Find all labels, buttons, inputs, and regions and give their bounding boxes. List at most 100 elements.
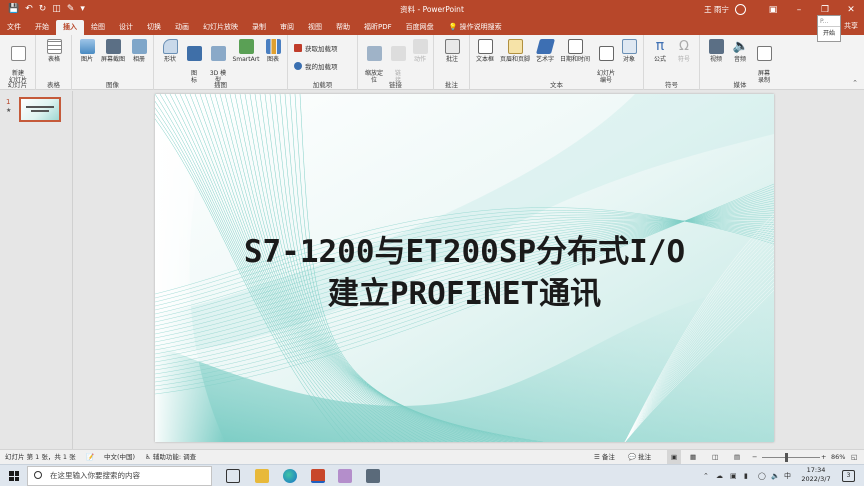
collapse-ribbon-icon[interactable]: ⌃ xyxy=(852,79,858,87)
video-button[interactable]: 视频 xyxy=(704,39,728,63)
icons-button[interactable]: 图 标 xyxy=(184,39,204,84)
volume-icon[interactable]: 🔈 xyxy=(771,465,780,486)
zoom-level[interactable]: 86% xyxy=(831,450,845,465)
group-images: 图片 屏幕截图 相册 图像 xyxy=(72,35,154,90)
group-comments-label: 批注 xyxy=(445,81,458,89)
tab-record[interactable]: 录制 xyxy=(245,20,273,35)
chart-icon xyxy=(265,39,281,54)
edge-browser-icon[interactable] xyxy=(283,469,297,483)
screenshot-button[interactable]: 屏幕截图 xyxy=(98,39,128,63)
normal-view-icon[interactable]: ▣ xyxy=(667,450,682,465)
clock[interactable]: 17:34 2022/3/7 xyxy=(796,466,836,484)
datetime-button[interactable]: 日期和时间 xyxy=(557,39,593,63)
notes-button[interactable]: ☰ 备注 xyxy=(594,450,615,465)
task-view-icon[interactable] xyxy=(226,469,240,483)
zoom-in-button[interactable]: + xyxy=(821,450,826,465)
share-button[interactable]: 共享 xyxy=(844,21,858,31)
tray-app-icon[interactable]: ▣ xyxy=(730,465,737,486)
user-name[interactable]: 王 雨宁 xyxy=(704,4,729,15)
maximize-icon[interactable]: ❐ xyxy=(812,5,838,15)
slide-sorter-icon[interactable]: ▦ xyxy=(690,450,696,465)
pen-icon[interactable]: ✎ xyxy=(67,0,75,19)
slide-number-button[interactable]: 幻灯片 编号 xyxy=(594,39,618,84)
app-icon[interactable] xyxy=(338,469,352,483)
slide[interactable]: S7-1200与ET200SP分布式I/O 建立PROFINET通讯 xyxy=(155,94,774,442)
audio-button[interactable]: 🔈 音频 xyxy=(728,39,752,63)
minimize-icon[interactable]: – xyxy=(786,5,812,15)
network-icon[interactable]: ◯ xyxy=(758,465,766,486)
tab-review[interactable]: 审阅 xyxy=(273,20,301,35)
tab-insert[interactable]: 插入 xyxy=(56,20,84,35)
more-icon[interactable]: ▾ xyxy=(80,0,85,19)
notification-center-icon[interactable]: 3 xyxy=(842,470,855,482)
screen-record-button[interactable]: 屏幕 录制 xyxy=(752,39,776,84)
smartart-button[interactable]: SmartArt xyxy=(230,39,262,63)
link-button[interactable]: 链 接 xyxy=(389,39,407,84)
accessibility-status[interactable]: ♿ 辅助功能: 调查 xyxy=(145,450,196,465)
3d-model-button[interactable]: 3D 模 型 xyxy=(206,39,230,84)
present-icon[interactable]: ◫ xyxy=(52,0,61,19)
table-button[interactable]: 表格 xyxy=(42,39,66,63)
shapes-button[interactable]: 形状 xyxy=(158,39,182,63)
zoom-button[interactable]: 缩放定 位 xyxy=(361,39,387,84)
slide-thumbnail[interactable] xyxy=(19,97,61,122)
tab-baidu-netdisk[interactable]: 百度网盘 xyxy=(399,20,441,35)
comments-button[interactable]: 💬 批注 xyxy=(628,450,651,465)
taskbar-search[interactable]: 在这里输入你要搜索的内容 xyxy=(27,466,212,486)
tab-home[interactable]: 开始 xyxy=(28,20,56,35)
ribbon-display-icon[interactable]: ▣ xyxy=(760,5,786,15)
tab-draw[interactable]: 绘图 xyxy=(84,20,112,35)
zoom-out-button[interactable]: − xyxy=(752,450,757,465)
windows-start-icon[interactable] xyxy=(9,471,19,481)
ime-indicator[interactable]: 中 xyxy=(784,465,791,486)
tab-slideshow[interactable]: 幻灯片放映 xyxy=(196,20,245,35)
group-illustrations: 形状 图 标 3D 模 型 SmartArt 图表 插图 xyxy=(154,35,288,90)
comment-button[interactable]: 批注 xyxy=(440,39,464,63)
wordart-button[interactable]: 艺术字 xyxy=(533,39,557,63)
undo-icon[interactable]: ↶ xyxy=(25,0,33,19)
powerpoint-icon[interactable] xyxy=(311,469,325,483)
album-button[interactable]: 相册 xyxy=(128,39,150,63)
cloud-icon[interactable]: ☁ xyxy=(716,465,723,486)
reading-view-icon[interactable]: ◫ xyxy=(712,450,718,465)
tell-me-search[interactable]: 💡 操作说明搜索 xyxy=(449,20,502,35)
avatar[interactable] xyxy=(735,4,746,15)
fit-to-window-icon[interactable]: ◱ xyxy=(851,450,857,465)
my-addins-button[interactable]: 我的加载项 xyxy=(294,61,338,71)
action-button[interactable]: 动作 xyxy=(409,39,431,63)
chart-button[interactable]: 图表 xyxy=(262,39,284,63)
tab-design[interactable]: 设计 xyxy=(112,20,140,35)
get-addins-button[interactable]: 获取加载项 xyxy=(294,43,338,53)
battery-icon[interactable]: ▮ xyxy=(744,465,748,486)
screenshot-icon xyxy=(105,39,121,54)
zoom-slider-thumb[interactable] xyxy=(785,453,789,462)
tab-animations[interactable]: 动画 xyxy=(168,20,196,35)
save-icon[interactable]: 💾 xyxy=(8,0,19,19)
slide-number-icon xyxy=(598,46,614,61)
tab-help[interactable]: 帮助 xyxy=(329,20,357,35)
header-footer-button[interactable]: 页眉和页脚 xyxy=(497,39,533,63)
new-slide-button[interactable]: 新建 幻灯片 xyxy=(4,39,32,84)
tab-foxit-pdf[interactable]: 福昕PDF xyxy=(357,20,399,35)
group-links: 缩放定 位 链 接 动作 链接 xyxy=(358,35,434,90)
slideshow-icon[interactable]: ▤ xyxy=(734,450,740,465)
tab-file[interactable]: 文件 xyxy=(0,20,28,35)
tab-view[interactable]: 视图 xyxy=(301,20,329,35)
close-icon[interactable]: ✕ xyxy=(838,5,864,15)
slide-thumbnails-pane: 1 ★ xyxy=(0,91,73,449)
spellcheck-icon[interactable]: 📝 xyxy=(86,450,94,465)
textbox-button[interactable]: 文本框 xyxy=(473,39,497,63)
equation-button[interactable]: π 公式 xyxy=(649,39,671,64)
slide-title[interactable]: S7-1200与ET200SP分布式I/O 建立PROFINET通讯 xyxy=(155,231,774,315)
redo-icon[interactable]: ↻ xyxy=(39,0,47,19)
zoom-slider[interactable] xyxy=(762,457,820,458)
file-explorer-icon[interactable] xyxy=(255,469,269,483)
object-button[interactable]: 对象 xyxy=(618,39,640,63)
symbol-button[interactable]: Ω 符号 xyxy=(673,39,695,63)
picture-button[interactable]: 图片 xyxy=(76,39,98,63)
accessibility-label: 辅助功能: 调查 xyxy=(152,453,197,461)
tab-transitions[interactable]: 切换 xyxy=(140,20,168,35)
app-icon-2[interactable] xyxy=(366,469,380,483)
tray-chevron-icon[interactable]: ⌃ xyxy=(703,465,709,486)
language-indicator[interactable]: 中文(中国) xyxy=(104,450,135,465)
